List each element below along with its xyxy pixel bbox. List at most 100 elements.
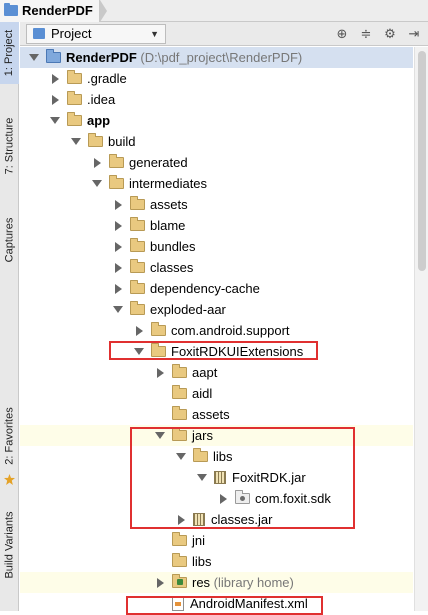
expanded-arrow-icon[interactable] <box>91 178 103 190</box>
tree-row[interactable]: .idea <box>20 89 413 110</box>
expanded-arrow-icon[interactable] <box>154 430 166 442</box>
folder-icon <box>172 427 187 441</box>
collapsed-arrow-icon[interactable] <box>112 199 124 211</box>
collapse-all-icon[interactable]: ≑ <box>358 26 374 42</box>
folder-icon <box>67 112 82 126</box>
tree-row[interactable]: classes.jar <box>20 509 413 530</box>
expanded-arrow-icon[interactable] <box>196 472 208 484</box>
tree-item-name: com.android.support <box>171 323 290 338</box>
folder-icon <box>172 385 187 399</box>
expanded-arrow-icon[interactable] <box>175 451 187 463</box>
tree-item-label: classes.jar <box>211 512 272 527</box>
expanded-arrow-icon[interactable] <box>133 346 145 358</box>
tree-item-name: libs <box>213 449 233 464</box>
tree-item-label: .gradle <box>87 71 127 86</box>
tree-item-suffix: (D:\pdf_project\RenderPDF) <box>136 50 303 65</box>
expanded-arrow-icon[interactable] <box>49 115 61 127</box>
collapsed-arrow-icon[interactable] <box>217 493 229 505</box>
tree-row[interactable]: bundles <box>20 236 413 257</box>
tree-row[interactable]: assets <box>20 404 413 425</box>
no-arrow <box>154 535 166 547</box>
tree-row[interactable]: aapt <box>20 362 413 383</box>
tree-item-label: AndroidManifest.xml <box>190 596 308 611</box>
folder-icon <box>172 532 187 546</box>
project-view-label: Project <box>51 26 92 41</box>
tree-row[interactable]: blame <box>20 215 413 236</box>
hide-panel-icon[interactable]: ⇥ <box>406 26 422 42</box>
collapsed-arrow-icon[interactable] <box>49 73 61 85</box>
collapsed-arrow-icon[interactable] <box>112 241 124 253</box>
tree-item-label: assets <box>150 197 188 212</box>
collapsed-arrow-icon[interactable] <box>112 262 124 274</box>
collapsed-arrow-icon[interactable] <box>154 367 166 379</box>
tree-item-label: FoxitRDKUIExtensions <box>171 344 303 359</box>
settings-gear-icon[interactable]: ⚙ <box>382 26 398 42</box>
tree-row[interactable]: jni <box>20 530 413 551</box>
tab-captures[interactable]: Captures <box>0 210 19 270</box>
tree-row[interactable]: aidl <box>20 383 413 404</box>
tab-build-variants-label: Build Variants <box>3 511 16 579</box>
project-folder-icon <box>4 3 18 16</box>
folder-icon <box>172 406 187 420</box>
folder-icon <box>130 280 145 294</box>
project-view-icon <box>33 28 45 39</box>
tree-item-name: generated <box>129 155 188 170</box>
no-arrow <box>154 598 166 610</box>
tree-row[interactable]: generated <box>20 152 413 173</box>
tree-row[interactable]: app <box>20 110 413 131</box>
chevron-down-icon: ▼ <box>150 28 159 39</box>
tree-row[interactable]: com.android.support <box>20 320 413 341</box>
tree-row[interactable]: jars <box>20 425 413 446</box>
tab-build-variants[interactable]: Build Variants <box>0 500 19 590</box>
tree-item-name: assets <box>150 197 188 212</box>
tree-item-name: FoxitRDKUIExtensions <box>171 344 304 359</box>
tab-favorites[interactable]: 2: Favorites <box>0 400 19 472</box>
collapsed-arrow-icon[interactable] <box>91 157 103 169</box>
collapsed-arrow-icon[interactable] <box>133 325 145 337</box>
project-view-select[interactable]: Project ▼ <box>26 23 166 44</box>
breadcrumb-project[interactable]: RenderPDF <box>0 0 100 22</box>
tree-row[interactable]: .gradle <box>20 68 413 89</box>
tree-row[interactable]: RenderPDF (D:\pdf_project\RenderPDF) <box>20 47 413 68</box>
folder-icon <box>67 91 82 105</box>
tree-item-name: blame <box>150 218 186 233</box>
tree-scrollbar[interactable] <box>414 47 428 611</box>
tree-row[interactable]: AndroidManifest.xml <box>20 593 413 611</box>
scrollbar-thumb[interactable] <box>418 51 426 271</box>
tree-row[interactable]: res (library home) <box>20 572 413 593</box>
locate-target-icon[interactable]: ⊕ <box>334 26 350 42</box>
tree-item-label: FoxitRDK.jar <box>232 470 306 485</box>
tree-row[interactable]: build <box>20 131 413 152</box>
tree-item-name: app <box>87 113 111 128</box>
tree-row[interactable]: exploded-aar <box>20 299 413 320</box>
expanded-arrow-icon[interactable] <box>70 136 82 148</box>
tree-row[interactable]: FoxitRDK.jar <box>20 467 413 488</box>
tree-item-name: aidl <box>192 386 213 401</box>
collapsed-arrow-icon[interactable] <box>112 283 124 295</box>
tab-favorites-label: 2: Favorites <box>3 407 16 465</box>
expanded-arrow-icon[interactable] <box>112 304 124 316</box>
folder-icon <box>88 133 103 147</box>
tree-row[interactable]: libs <box>20 446 413 467</box>
tree-row[interactable]: FoxitRDKUIExtensions <box>20 341 413 362</box>
tree-row[interactable]: assets <box>20 194 413 215</box>
collapsed-arrow-icon[interactable] <box>175 514 187 526</box>
tab-structure[interactable]: 7: Structure <box>0 110 19 182</box>
tree-item-label: com.android.support <box>171 323 290 338</box>
tree-row[interactable]: com.foxit.sdk <box>20 488 413 509</box>
tree-row[interactable]: dependency-cache <box>20 278 413 299</box>
tree-item-name: build <box>108 134 136 149</box>
tree-item-label: intermediates <box>129 176 207 191</box>
expanded-arrow-icon[interactable] <box>28 52 40 64</box>
tree-row[interactable]: classes <box>20 257 413 278</box>
tree-item-label: blame <box>150 218 185 233</box>
tree-item-label: com.foxit.sdk <box>255 491 331 506</box>
tree-item-label: assets <box>192 407 230 422</box>
folder-icon <box>130 301 145 315</box>
tree-row[interactable]: intermediates <box>20 173 413 194</box>
collapsed-arrow-icon[interactable] <box>49 94 61 106</box>
collapsed-arrow-icon[interactable] <box>154 577 166 589</box>
tree-row[interactable]: libs <box>20 551 413 572</box>
collapsed-arrow-icon[interactable] <box>112 220 124 232</box>
tab-project[interactable]: 1: Project <box>0 22 19 84</box>
